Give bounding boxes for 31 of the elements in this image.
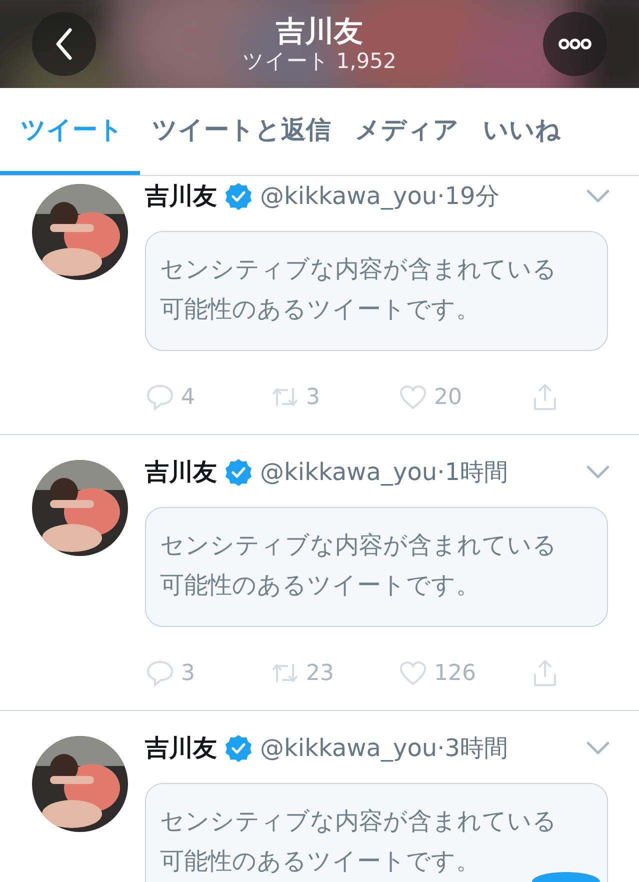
reply-count: 4 — [181, 384, 195, 410]
reply-count: 3 — [181, 660, 195, 686]
user-name: 吉川友 — [145, 181, 217, 212]
more-icon — [558, 38, 592, 50]
profile-name: 吉川友 — [276, 14, 363, 48]
chevron-down-icon[interactable] — [586, 465, 610, 479]
like-count: 20 — [434, 384, 462, 410]
user-handle: @kikkawa_you — [260, 458, 438, 486]
timestamp: ·1時間 — [437, 457, 508, 488]
retweet-count: 3 — [306, 384, 320, 410]
retweet-count: 23 — [306, 660, 334, 686]
reply-icon[interactable] — [145, 658, 175, 688]
reply-icon[interactable] — [145, 382, 175, 412]
tweet-count: ツイート 1,952 — [242, 48, 396, 74]
sensitive-notice: センシティブな内容が含まれている可能性のあるツイートです。 — [145, 783, 608, 882]
user-name: 吉川友 — [145, 733, 217, 764]
timestamp: ·19分 — [437, 181, 500, 212]
timestamp: ·3時間 — [437, 733, 508, 764]
back-icon — [54, 27, 74, 61]
like-count: 126 — [434, 660, 476, 686]
chevron-down-icon[interactable] — [586, 189, 610, 203]
user-handle: @kikkawa_you — [260, 182, 438, 210]
sensitive-notice: センシティブな内容が含まれている可能性のあるツイートです。 — [145, 507, 608, 627]
sensitive-notice: センシティブな内容が含まれている可能性のあるツイートです。 — [145, 231, 608, 351]
user-name: 吉川友 — [145, 457, 217, 488]
tab[interactable]: いいね — [471, 88, 573, 175]
chevron-down-icon[interactable] — [586, 741, 610, 755]
tab[interactable]: ツイートと返信 — [140, 88, 343, 175]
user-handle: @kikkawa_you — [260, 734, 438, 762]
tab[interactable]: メディア — [343, 88, 471, 175]
tab[interactable]: ツイート — [0, 88, 140, 175]
